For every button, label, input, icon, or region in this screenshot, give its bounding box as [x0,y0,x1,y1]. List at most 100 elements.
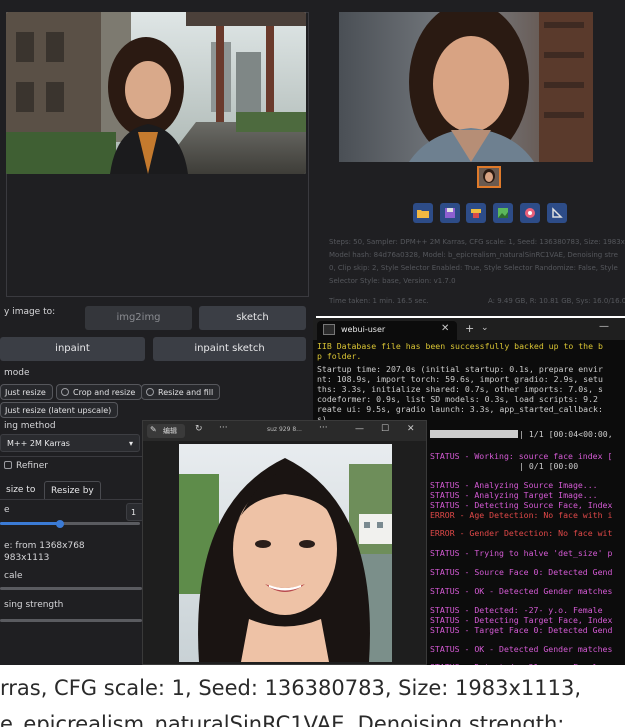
refiner-label: Refiner [16,461,48,471]
portrait-picture [339,12,593,162]
output-thumbnail[interactable] [477,166,501,188]
terminal-status-line: STATUS - Detecting Source Face, Index [430,500,613,510]
scale-slider-track[interactable] [0,587,142,590]
checkbox-icon [4,461,12,469]
send-to-img2img-tool-button[interactable] [493,203,513,223]
terminal-status-line: STATUS - Trying to halve 'det_size' p [430,548,613,558]
terminal-line: Startup time: 207.0s (initial startup: 0… [317,364,603,374]
resize-option-label: Resize and fill [158,388,214,397]
send-image-to-label: y image to: [4,307,56,317]
chevron-down-icon: ▾ [128,439,133,448]
terminal-tab[interactable]: webui-user ✕ [317,321,457,340]
terminal-tab-title: webui-user [341,325,386,334]
screenshot-stage: y image to: img2img sketch inpaint inpai… [0,0,625,727]
floppy-icon [445,208,455,218]
send-to-img2img-button[interactable]: img2img [85,306,192,330]
terminal-spacer [430,461,516,462]
thumbnail-picture [479,168,499,186]
generation-info-line: 0, Clip skip: 2, Style Selector Enabled:… [329,264,618,272]
save-button[interactable] [440,203,460,223]
radio-icon [146,388,154,396]
terminal-status-line: STATUS - OK - Detected Gender matches [430,644,613,654]
generated-image-left [6,12,306,174]
archive-icon [471,209,481,218]
resize-option-label: Just resize [5,388,46,397]
resize-option-latent-upscale[interactable]: Just resize (latent upscale) [0,402,119,418]
tab-resize-by[interactable]: Resize by [44,481,101,499]
send-to-inpaint-sketch-button[interactable]: inpaint sketch [153,337,306,361]
ruler-triangle-icon [552,207,563,218]
tab-resize-to[interactable]: size to [0,481,41,499]
edit-label: 编辑 [163,427,177,435]
zoomed-info-line: e_epicrealism_naturalSinRC1VAE, Denoisin… [0,712,565,727]
scale-label-short: e [4,505,10,515]
terminal-status-line: STATUS - Source Face 0: Detected Gend [430,567,613,577]
zip-button[interactable] [466,203,486,223]
send-to-extras-button[interactable] [547,203,567,223]
folder-icon [417,210,429,218]
vram-usage-text: A: 9.49 GB, R: 10.81 GB, Sys: 16.0/16.00… [488,297,625,305]
scale-slider-handle[interactable] [56,520,64,528]
refiner-toggle[interactable]: Refiner [4,461,48,471]
scale-label: cale [4,571,23,581]
terminal-icon [323,324,335,335]
minimize-icon[interactable]: — [355,424,364,434]
terminal-status-line: STATUS - Analyzing Target Image... [430,490,598,500]
divider [0,499,142,500]
viewer-photo [179,444,392,662]
divider [0,456,142,457]
send-to-sketch-button[interactable]: sketch [199,306,306,330]
terminal-progress-text: | 1/1 [00:04<00:00, [519,429,613,439]
send-to-inpaint-button[interactable]: inpaint [0,337,145,361]
resize-mode-label: mode [4,368,30,378]
terminal-status-line: ERROR - Gender Detection: No face wit [430,528,613,538]
output-image-right [339,12,593,162]
street-portrait-picture [6,12,306,174]
palette-icon [525,208,535,218]
more-options-icon[interactable]: ··· [319,423,328,433]
edit-icon: ✎ [150,425,157,434]
resize-option-fill[interactable]: Resize and fill [141,384,221,400]
minimize-icon[interactable]: — [599,321,609,332]
terminal-progress-bar [430,430,518,438]
rotate-icon[interactable]: ↻ [195,424,203,434]
new-tab-icon[interactable]: + [465,322,474,335]
terminal-titlebar: webui-user ✕ + ⌄ — [313,318,625,340]
more-options-icon[interactable]: ··· [219,423,228,433]
terminal-status-line: STATUS - Analyzing Source Image... [430,480,598,490]
image-icon [498,208,508,218]
send-to-inpaint-tool-button[interactable] [520,203,540,223]
terminal-line: IIB Database file has been successfully … [317,341,603,351]
photo-viewer-window: ✎ 编辑 ↻ ··· suz 929 8... ··· — ☐ ✕ [142,420,427,665]
terminal-status-line: ERROR - Age Detection: No face with i [430,510,613,520]
edit-button[interactable]: ✎ 编辑 [147,424,185,438]
close-icon[interactable]: ✕ [407,424,415,434]
generation-info-line: Selector Style: base, Version: v1.7.0 [329,277,456,285]
terminal-line: codeformer: 0.9s, list SD models: 0.3s, … [317,394,598,404]
sampling-method-select[interactable]: M++ 2M Karras ▾ [0,434,140,452]
denoising-slider-track[interactable] [0,619,142,622]
terminal-line: reate ui: 9.5s, gradio launch: 3.3s, app… [317,404,603,414]
viewer-file-name: suz 929 8... [267,426,302,433]
resize-option-label: Crop and resize [73,388,136,397]
terminal-line: nt: 108.9s, import torch: 59.6s, import … [317,374,603,384]
resize-target-size: 983x1113 [4,553,50,563]
maximize-icon[interactable]: ☐ [381,424,389,434]
terminal-line: p folder. [317,351,362,361]
resize-option-just-resize[interactable]: Just resize [0,384,53,400]
terminal-status-line: STATUS - Target Face 0: Detected Gend [430,625,613,635]
terminal-status-line: STATUS - Detecting Target Face, Index [430,615,613,625]
chevron-down-icon[interactable]: ⌄ [481,323,489,333]
viewer-toolbar: ✎ 编辑 ↻ ··· suz 929 8... ··· — ☐ ✕ [143,421,426,441]
terminal-status-line: | 0/1 [00:00 [519,461,579,471]
denoising-strength-label: sing strength [4,600,64,610]
terminal-status-line: STATUS - Detected: -27- y.o. Female [430,605,603,615]
terminal-status-line: STATUS - OK - Detected Gender matches [430,586,613,596]
close-tab-icon[interactable]: ✕ [441,323,449,334]
generation-info-line: Steps: 50, Sampler: DPM++ 2M Karras, CFG… [329,238,625,246]
time-taken-text: Time taken: 1 min. 16.5 sec. [329,297,429,305]
open-folder-button[interactable] [413,203,433,223]
resize-from-text: e: from 1368x768 [4,541,85,551]
resize-option-crop[interactable]: Crop and resize [56,384,143,400]
terminal-status-line: STATUS - Working: source face index [ [430,451,613,461]
